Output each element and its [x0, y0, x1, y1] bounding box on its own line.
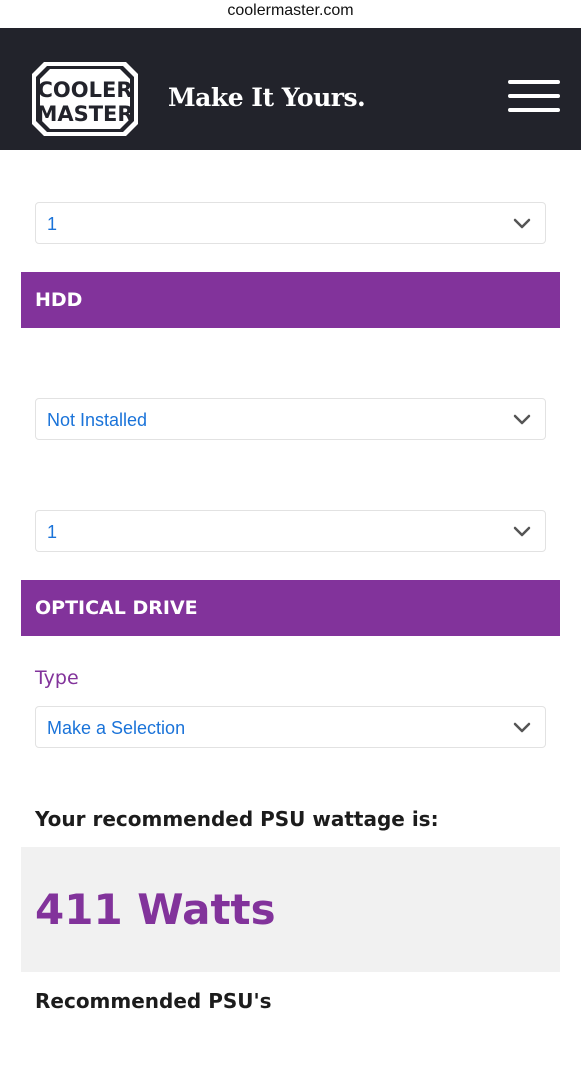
select-value: Not Installed — [47, 410, 148, 430]
recommended-psus-heading: Recommended PSU's — [35, 989, 272, 1013]
select-value: 1 — [47, 522, 58, 542]
hamburger-menu-icon[interactable] — [508, 80, 560, 116]
tagline: Make It Yours. — [168, 83, 366, 112]
chevron-down-icon — [513, 722, 531, 733]
type-label: Type — [35, 667, 79, 689]
quantity-select[interactable]: 1 — [35, 202, 546, 244]
recommended-wattage-heading: Your recommended PSU wattage is: — [35, 807, 439, 831]
chevron-down-icon — [513, 526, 531, 537]
optical-type-select[interactable]: Make a Selection — [35, 706, 546, 748]
section-title: OPTICAL DRIVE — [35, 597, 198, 619]
wattage-value: 411 Watts — [35, 885, 276, 934]
section-header-optical-drive: OPTICAL DRIVE — [21, 580, 560, 636]
section-header-hdd: HDD — [21, 272, 560, 328]
url-text: coolermaster.com — [227, 2, 354, 19]
chevron-down-icon — [513, 414, 531, 425]
logo-text-master: MASTER — [36, 102, 133, 126]
select-value: Make a Selection — [47, 718, 186, 738]
logo-text-cooler: COOLER — [37, 78, 132, 102]
select-value: 1 — [47, 214, 58, 234]
wattage-result-box: 411 Watts — [21, 847, 560, 972]
hdd-quantity-select[interactable]: 1 — [35, 510, 546, 552]
section-title: HDD — [35, 289, 83, 311]
chevron-down-icon — [513, 218, 531, 229]
hdd-type-select[interactable]: Not Installed — [35, 398, 546, 440]
browser-url-bar[interactable]: coolermaster.com — [0, 0, 581, 28]
cooler-master-logo[interactable]: COOLER MASTER — [30, 56, 140, 142]
site-header: COOLER MASTER Make It Yours. — [0, 28, 581, 150]
